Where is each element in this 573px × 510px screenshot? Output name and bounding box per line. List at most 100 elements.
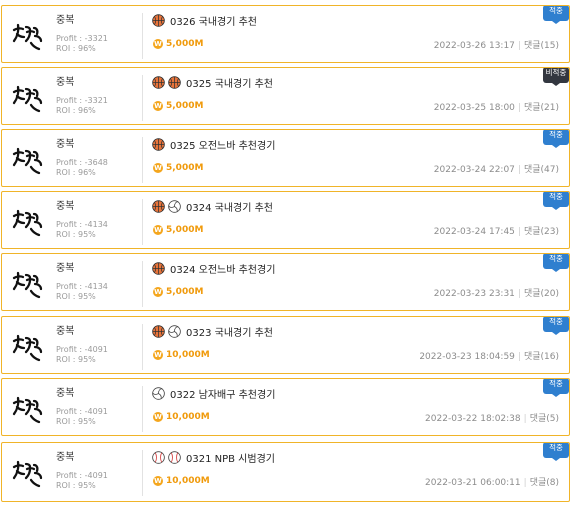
post-title-row[interactable]: 0321 NPB 시범경기	[152, 450, 275, 465]
meta-separator: |	[517, 103, 521, 113]
author-name[interactable]: 중복	[56, 322, 74, 337]
coin-icon: W	[153, 39, 163, 49]
comment-count[interactable]: 댓글(15)	[524, 41, 559, 51]
meta-separator: |	[523, 414, 527, 424]
profit-label: Profit : -4091	[56, 345, 108, 354]
post-title-row[interactable]: 0324 국내경기 추천	[152, 199, 273, 214]
author-logo[interactable]	[11, 205, 45, 239]
roi-label: ROI : 95%	[56, 292, 96, 301]
divider	[142, 386, 143, 432]
post-title[interactable]: 0325 오전느바 추천경기	[170, 137, 275, 152]
basketball-icon	[152, 76, 165, 89]
comment-count[interactable]: 댓글(8)	[530, 478, 559, 488]
price-amount: 5,000M	[166, 287, 204, 297]
post-title[interactable]: 0322 남자배구 추천경기	[170, 386, 275, 401]
volleyball-icon	[168, 200, 181, 213]
post-card[interactable]: 중복 Profit : -4091 ROI : 95% 0321 NPB 시범경기 W 1…	[1, 442, 570, 502]
post-title-row[interactable]: 0326 국내경기 추천	[152, 13, 257, 28]
post-title[interactable]: 0323 국내경기 추천	[186, 324, 273, 339]
price-row: W 5,000M	[153, 225, 203, 235]
author-logo[interactable]	[11, 330, 45, 364]
author-name[interactable]: 중복	[56, 197, 74, 212]
post-date: 2022-03-24 22:07	[433, 165, 515, 175]
author-logo[interactable]	[11, 81, 45, 115]
post-date: 2022-03-25 18:00	[433, 103, 515, 113]
meta-separator: |	[517, 352, 521, 362]
price-row: W 10,000M	[153, 412, 210, 422]
post-card[interactable]: 중복 Profit : -4134 ROI : 95% 0324 국내경기 추천 W 5,…	[1, 191, 570, 249]
coin-icon: W	[153, 476, 163, 486]
price-row: W 10,000M	[153, 476, 210, 486]
comment-count[interactable]: 댓글(20)	[524, 289, 559, 299]
post-title[interactable]: 0326 국내경기 추천	[170, 13, 257, 28]
result-badge: 적중	[543, 192, 569, 210]
comment-count[interactable]: 댓글(16)	[524, 352, 559, 362]
author-name[interactable]: 중복	[56, 73, 74, 88]
post-meta: 2022-03-22 18:02:38 | 댓글(5)	[425, 411, 559, 424]
price-amount: 5,000M	[166, 101, 204, 111]
author-name[interactable]: 중복	[56, 259, 74, 274]
roi-label: ROI : 95%	[56, 481, 96, 490]
basketball-icon	[152, 138, 165, 151]
post-card[interactable]: 중복 Profit : -4134 ROI : 95% 0324 오전느바 추천경기 W…	[1, 253, 570, 311]
roi-label: ROI : 96%	[56, 44, 96, 53]
basketball-icon	[152, 14, 165, 27]
price-row: W 5,000M	[153, 39, 203, 49]
basketball-icon	[152, 262, 165, 275]
post-meta: 2022-03-21 06:00:11 | 댓글(8)	[425, 475, 559, 488]
author-logo[interactable]	[11, 456, 45, 490]
comment-count[interactable]: 댓글(5)	[530, 414, 559, 424]
author-name[interactable]: 중복	[56, 135, 74, 150]
post-date: 2022-03-21 06:00:11	[425, 478, 521, 488]
volleyball-icon	[152, 387, 165, 400]
divider	[142, 75, 143, 121]
post-meta: 2022-03-24 22:07 | 댓글(47)	[434, 162, 559, 175]
post-meta: 2022-03-23 23:31 | 댓글(20)	[434, 286, 559, 299]
author-logo[interactable]	[11, 143, 45, 177]
coin-icon: W	[153, 350, 163, 360]
post-date: 2022-03-23 23:31	[433, 289, 515, 299]
comment-count[interactable]: 댓글(23)	[524, 227, 559, 237]
post-card[interactable]: 중복 Profit : -3321 ROI : 96% 0325 국내경기 추천 W 5,…	[1, 67, 570, 125]
basketball-icon	[152, 200, 165, 213]
coin-icon: W	[153, 287, 163, 297]
post-card[interactable]: 중복 Profit : -3648 ROI : 96% 0325 오전느바 추천경기 W…	[1, 129, 570, 187]
price-amount: 5,000M	[166, 39, 204, 49]
result-badge: 적중	[543, 254, 569, 272]
divider	[142, 137, 143, 183]
author-logo[interactable]	[11, 267, 45, 301]
comment-count[interactable]: 댓글(21)	[524, 103, 559, 113]
post-title-row[interactable]: 0325 국내경기 추천	[152, 75, 273, 90]
post-card[interactable]: 중복 Profit : -4091 ROI : 95% 0322 남자배구 추천경기 W…	[1, 378, 570, 436]
post-meta: 2022-03-24 17:45 | 댓글(23)	[434, 224, 559, 237]
post-card[interactable]: 중복 Profit : -3321 ROI : 96% 0326 국내경기 추천 W 5,…	[1, 5, 570, 63]
profit-label: Profit : -4134	[56, 282, 108, 291]
post-title-row[interactable]: 0324 오전느바 추천경기	[152, 261, 275, 276]
post-title[interactable]: 0325 국내경기 추천	[186, 75, 273, 90]
post-title-row[interactable]: 0322 남자배구 추천경기	[152, 386, 275, 401]
post-title[interactable]: 0321 NPB 시범경기	[186, 450, 275, 465]
result-badge: 비적중	[543, 68, 569, 86]
roi-label: ROI : 95%	[56, 355, 96, 364]
author-logo[interactable]	[11, 392, 45, 426]
price-amount: 5,000M	[166, 225, 204, 235]
author-name[interactable]: 중복	[56, 384, 74, 399]
post-date: 2022-03-26 13:17	[433, 41, 515, 51]
basketball-icon	[168, 76, 181, 89]
post-title-row[interactable]: 0325 오전느바 추천경기	[152, 137, 275, 152]
post-title[interactable]: 0324 오전느바 추천경기	[170, 261, 275, 276]
baseball-icon	[168, 451, 181, 464]
post-card[interactable]: 중복 Profit : -4091 ROI : 95% 0323 국내경기 추천 W 10…	[1, 316, 570, 374]
price-amount: 10,000M	[166, 412, 210, 422]
author-name[interactable]: 중복	[56, 448, 74, 463]
price-amount: 10,000M	[166, 476, 210, 486]
comment-count[interactable]: 댓글(47)	[524, 165, 559, 175]
post-title-row[interactable]: 0323 국내경기 추천	[152, 324, 273, 339]
profit-label: Profit : -3321	[56, 96, 108, 105]
meta-separator: |	[517, 165, 521, 175]
author-logo[interactable]	[11, 19, 45, 53]
price-row: W 10,000M	[153, 350, 210, 360]
post-title[interactable]: 0324 국내경기 추천	[186, 199, 273, 214]
author-name[interactable]: 중복	[56, 11, 74, 26]
roi-label: ROI : 95%	[56, 417, 96, 426]
